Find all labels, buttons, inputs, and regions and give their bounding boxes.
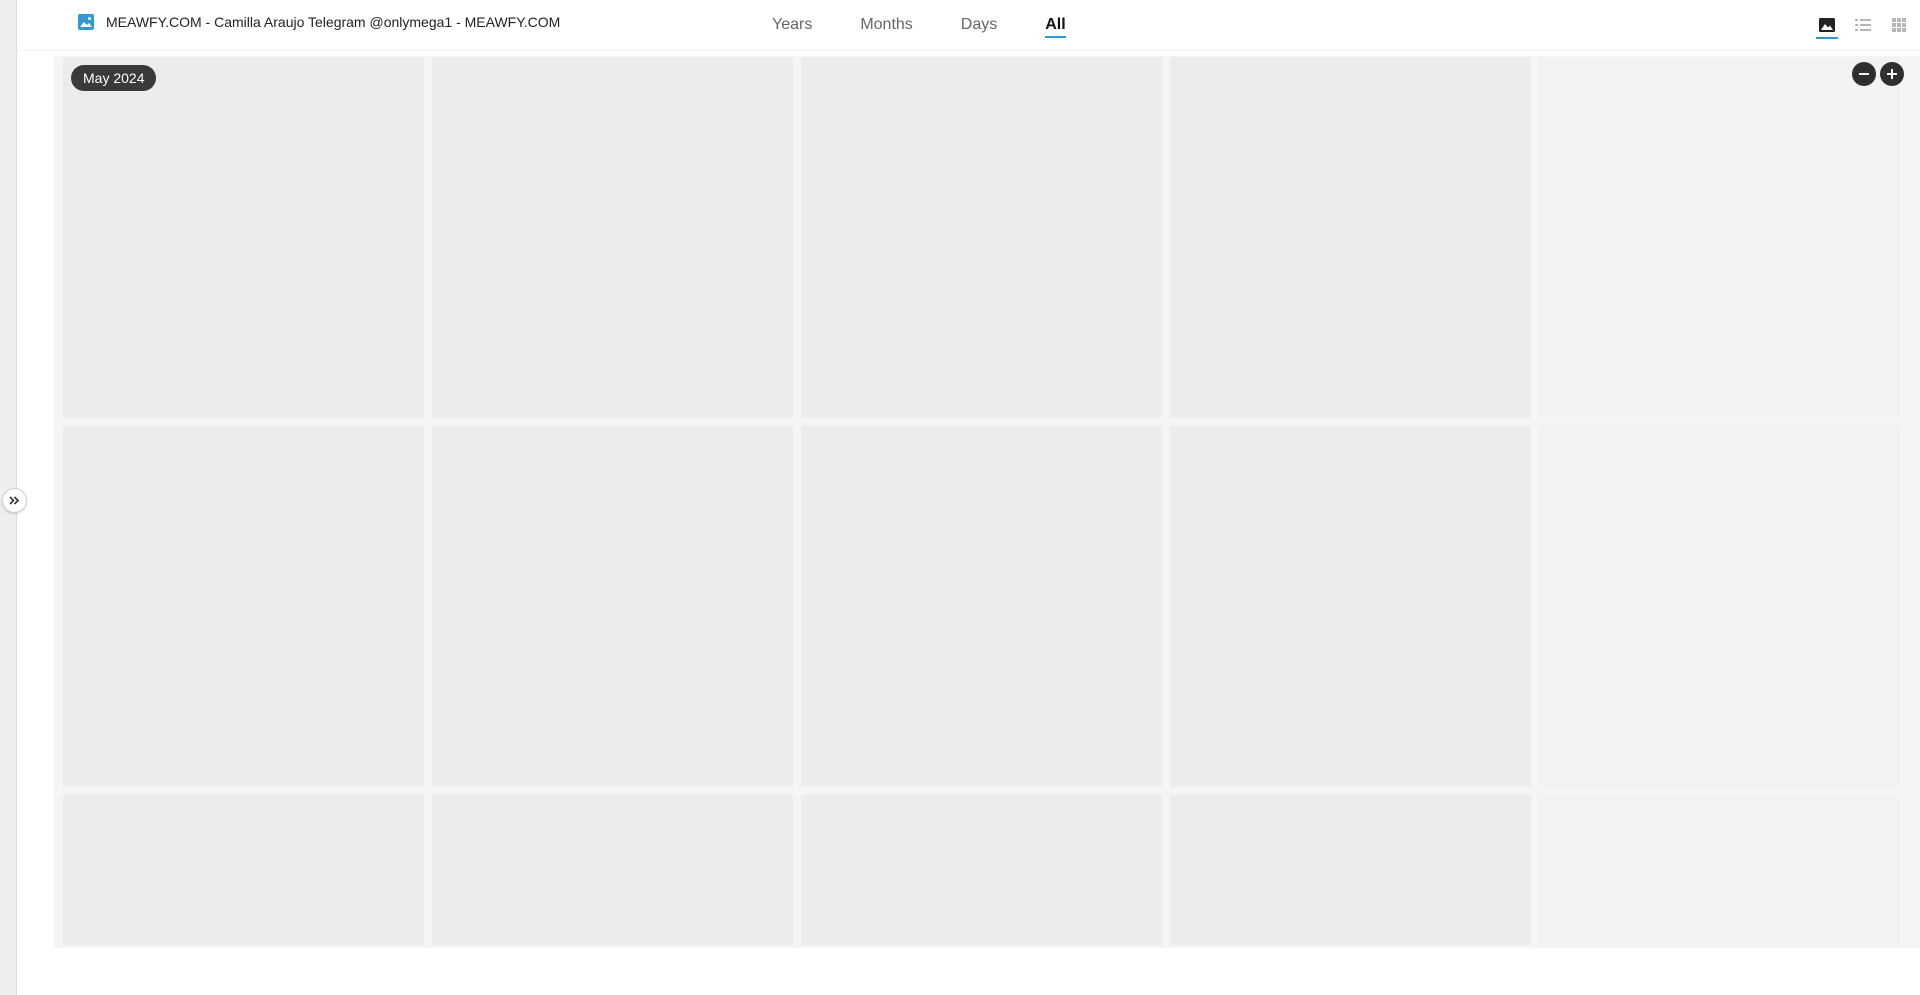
photo-tile[interactable] (63, 57, 424, 418)
photo-tile[interactable] (1539, 426, 1900, 787)
list-view-icon (1855, 19, 1871, 31)
plus-circle-icon (1887, 69, 1897, 79)
top-bar: MEAWFY.COM - Camilla Araujo Telegram @on… (17, 0, 1920, 51)
photo-tile[interactable] (1170, 426, 1531, 787)
album-title: MEAWFY.COM - Camilla Araujo Telegram @on… (77, 13, 560, 31)
expand-sidebar-button[interactable] (2, 488, 27, 513)
thumbnail-view-icon (1819, 18, 1835, 32)
photo-tile[interactable] (1539, 57, 1900, 418)
chevrons-right-icon (9, 496, 20, 505)
photo-tile[interactable] (1170, 795, 1531, 945)
thumbnail-view-button[interactable] (1816, 13, 1838, 39)
photo-tile[interactable] (432, 426, 793, 787)
date-section-badge: May 2024 (71, 65, 157, 91)
timeline-tabs: Years Months Days All (772, 0, 1114, 50)
photo-tile[interactable] (801, 426, 1162, 787)
zoom-controls (1848, 62, 1904, 86)
list-view-button[interactable] (1852, 13, 1874, 37)
album-title-text: MEAWFY.COM - Camilla Araujo Telegram @on… (106, 14, 561, 30)
photo-tile[interactable] (63, 795, 424, 945)
tab-days[interactable]: Days (961, 0, 997, 50)
photo-tile[interactable] (1539, 795, 1900, 945)
zoom-in-button[interactable] (1880, 62, 1904, 86)
photo-tile[interactable] (432, 795, 793, 945)
grid-view-icon (1892, 18, 1906, 32)
picture-icon (78, 14, 94, 30)
photo-tile[interactable] (63, 426, 424, 787)
minus-circle-icon (1859, 73, 1869, 75)
photo-tile[interactable] (1170, 57, 1531, 418)
photo-grid (63, 57, 1900, 945)
zoom-out-button[interactable] (1852, 62, 1876, 86)
grid-view-button[interactable] (1888, 13, 1910, 37)
photo-tile[interactable] (432, 57, 793, 418)
photo-tile[interactable] (801, 795, 1162, 945)
photo-gallery: May 2024 (54, 56, 1920, 948)
tab-all[interactable]: All (1045, 0, 1067, 50)
tab-months[interactable]: Months (860, 0, 912, 50)
view-mode-switch (1802, 13, 1910, 39)
photo-tile[interactable] (801, 57, 1162, 418)
tab-years[interactable]: Years (772, 0, 812, 50)
